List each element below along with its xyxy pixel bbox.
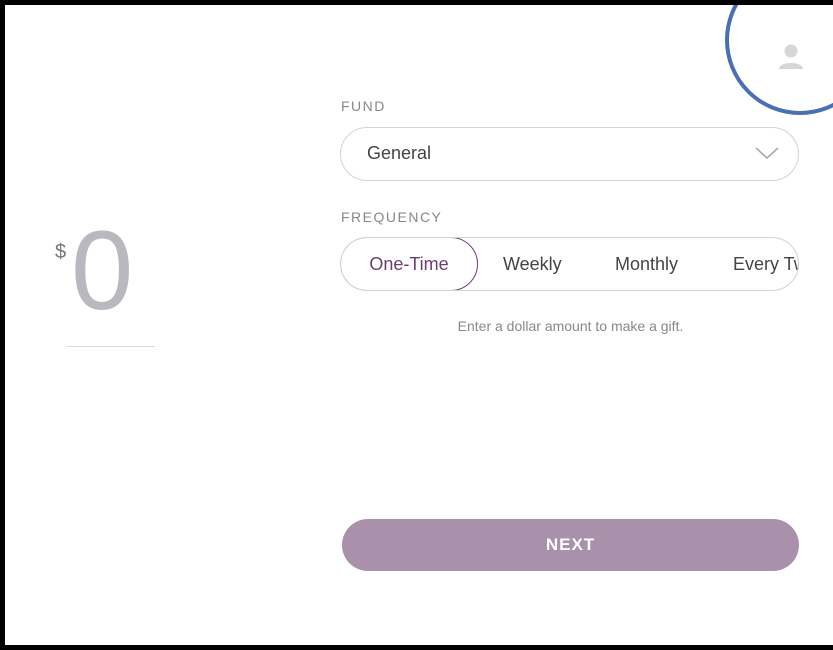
chevron-down-icon bbox=[755, 147, 779, 160]
fund-label: FUND bbox=[341, 98, 386, 114]
currency-symbol: $ bbox=[55, 241, 67, 263]
frequency-option-monthly[interactable]: Monthly bbox=[615, 238, 678, 290]
amount-underline bbox=[67, 346, 155, 347]
amount-input[interactable]: 0 bbox=[71, 215, 133, 327]
frequency-option-weekly[interactable]: Weekly bbox=[503, 238, 562, 290]
fund-select[interactable]: General bbox=[340, 127, 799, 181]
next-button[interactable]: NEXT bbox=[342, 519, 799, 571]
annotation-circle bbox=[725, 5, 833, 115]
amount-hint: Enter a dollar amount to make a gift. bbox=[457, 318, 684, 334]
frequency-option-every-two-weeks[interactable]: Every Tw bbox=[733, 238, 798, 290]
frequency-option-one-time[interactable]: One-Time bbox=[341, 238, 478, 290]
frequency-selector: One-Time Weekly Monthly Every Tw bbox=[340, 237, 799, 291]
giving-form: $ 0 FUND General FREQUENCY One-Time Week… bbox=[0, 0, 833, 650]
frequency-label: FREQUENCY bbox=[341, 209, 443, 225]
fund-selected-value: General bbox=[367, 143, 432, 163]
